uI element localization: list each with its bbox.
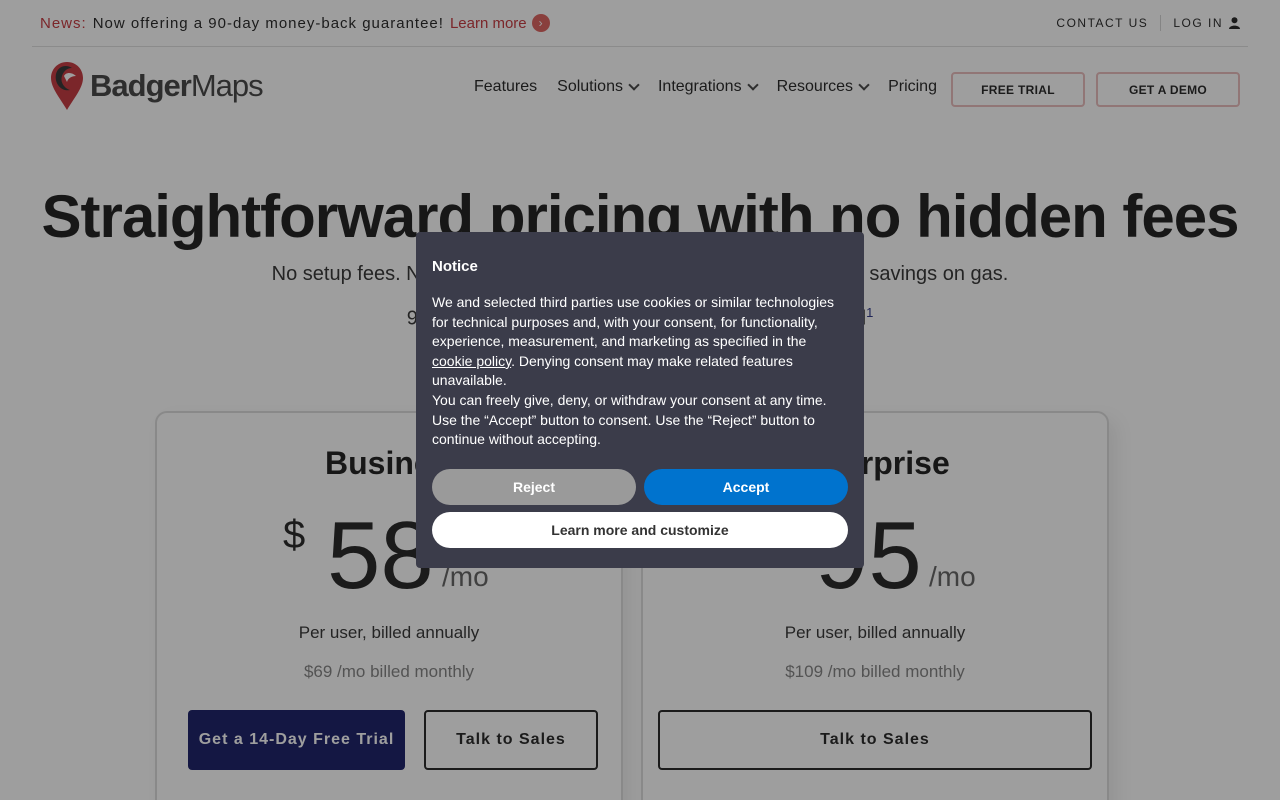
accept-button[interactable]: Accept	[644, 469, 848, 505]
cookie-policy-link[interactable]: cookie policy	[432, 353, 511, 369]
cookie-notice-dialog: Notice We and selected third parties use…	[416, 232, 864, 568]
learn-more-customize-button[interactable]: Learn more and customize	[432, 512, 848, 548]
notice-text-1: We and selected third parties use cookie…	[432, 294, 835, 350]
notice-title: Notice	[432, 258, 478, 275]
notice-body: We and selected third parties use cookie…	[432, 293, 848, 450]
reject-button[interactable]: Reject	[432, 469, 636, 505]
notice-text-3: You can freely give, deny, or withdraw y…	[432, 391, 827, 448]
